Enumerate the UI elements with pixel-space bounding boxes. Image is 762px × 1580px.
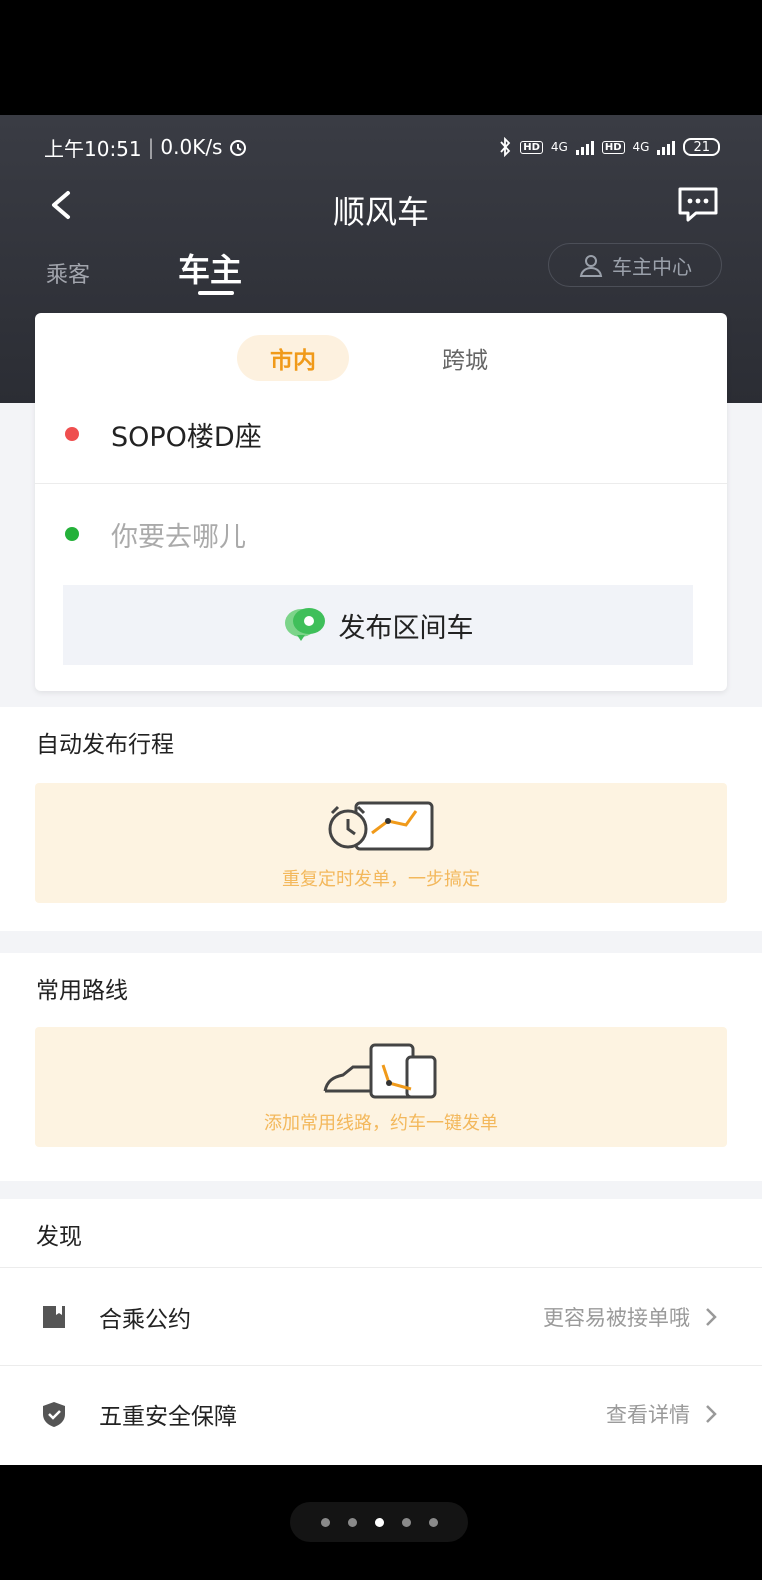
user-icon: [579, 255, 603, 277]
signal-icon-2: [657, 139, 676, 155]
page-indicator: [290, 1502, 468, 1542]
destination-placeholder: 你要去哪儿: [111, 521, 246, 553]
status-speed: 0.0K/s: [160, 135, 223, 159]
driver-center-label: 车主中心: [612, 254, 692, 279]
common-routes-title: 常用路线: [36, 978, 128, 1004]
signal-icon-1: [575, 139, 594, 155]
page-dot[interactable]: [347, 1517, 357, 1527]
tab-city[interactable]: 市内: [237, 335, 349, 381]
page-dot[interactable]: [320, 1517, 330, 1527]
list-item-hint: 查看详情: [606, 1402, 690, 1427]
shield-icon: [43, 1401, 65, 1427]
common-routes-banner[interactable]: 添加常用线路，约车一键发单: [35, 1027, 727, 1147]
app-screen: 上午10:51 | 0.0K/s HD 4G HD 4G 21 顺风车 乘客 车…: [0, 115, 762, 1465]
list-item-hint: 更容易被接单哦: [543, 1306, 690, 1330]
page-title: 顺风车: [332, 193, 429, 231]
trip-card: 市内 跨城 SOPO楼D座 你要去哪儿 发布区间车: [35, 313, 727, 691]
page-dot[interactable]: [401, 1517, 411, 1527]
tab-passenger[interactable]: 乘客: [46, 257, 90, 289]
map-pin-icon: [284, 608, 325, 641]
chevron-right-icon: [706, 1308, 717, 1326]
network-type-1: 4G: [550, 140, 568, 154]
hd-badge-1: HD: [520, 140, 543, 154]
status-time: 上午10:51: [44, 136, 142, 161]
divider: [0, 1267, 762, 1268]
battery-indicator: 21: [683, 138, 720, 156]
network-type-2: 4G: [632, 140, 650, 154]
auto-publish-title: 自动发布行程: [36, 732, 174, 758]
message-icon[interactable]: [676, 185, 720, 225]
tab-intercity[interactable]: 跨城: [425, 335, 505, 381]
destination-field[interactable]: 你要去哪儿: [35, 504, 727, 564]
status-divider: |: [147, 135, 155, 159]
auto-publish-banner[interactable]: 重复定时发单，一步搞定: [35, 783, 727, 903]
car-phone-icon: [323, 1043, 437, 1099]
auto-publish-section: 自动发布行程 重复定时发单，一步搞定: [0, 707, 762, 931]
mode-tabs: 市内 跨城: [35, 335, 727, 383]
origin-dot-icon: [65, 427, 79, 441]
auto-publish-promo-text: 重复定时发单，一步搞定: [282, 869, 480, 890]
publish-range-ride-button[interactable]: 发布区间车: [63, 585, 693, 665]
discover-section: 发现 合乘公约 更容易被接单哦 五重安全保障 查看详情: [0, 1199, 762, 1465]
list-item-carpool-rules[interactable]: 合乘公约 更容易被接单哦: [0, 1269, 762, 1365]
divider: [35, 483, 727, 484]
bluetooth-icon: [500, 137, 511, 157]
alarm-icon: [230, 140, 247, 156]
nav-bar: 顺风车: [0, 177, 762, 233]
discover-title: 发现: [36, 1224, 82, 1250]
destination-dot-icon: [65, 527, 79, 541]
role-tabs: 乘客 车主 车主中心: [0, 243, 762, 303]
book-icon: [43, 1306, 65, 1328]
common-routes-promo-text: 添加常用线路，约车一键发单: [264, 1113, 498, 1134]
tab-driver[interactable]: 车主: [178, 245, 242, 291]
hd-badge-2: HD: [601, 140, 625, 154]
origin-field[interactable]: SOPO楼D座: [35, 404, 727, 464]
alarm-map-icon: [328, 801, 434, 851]
list-item-safety[interactable]: 五重安全保障 查看详情: [0, 1365, 762, 1461]
driver-center-button[interactable]: 车主中心: [548, 243, 722, 287]
page-dot[interactable]: [374, 1517, 384, 1527]
origin-text: SOPO楼D座: [111, 421, 262, 453]
common-routes-section: 常用路线 添加常用线路，约车一键发单: [0, 953, 762, 1181]
publish-label: 发布区间车: [338, 612, 474, 644]
list-item-label: 合乘公约: [99, 1307, 191, 1333]
status-bar: 上午10:51 | 0.0K/s HD 4G HD 4G 21: [44, 133, 720, 161]
tab-active-indicator: [198, 291, 234, 295]
list-item-label: 五重安全保障: [99, 1403, 237, 1430]
page-dot[interactable]: [428, 1517, 438, 1527]
chevron-right-icon: [706, 1404, 717, 1423]
